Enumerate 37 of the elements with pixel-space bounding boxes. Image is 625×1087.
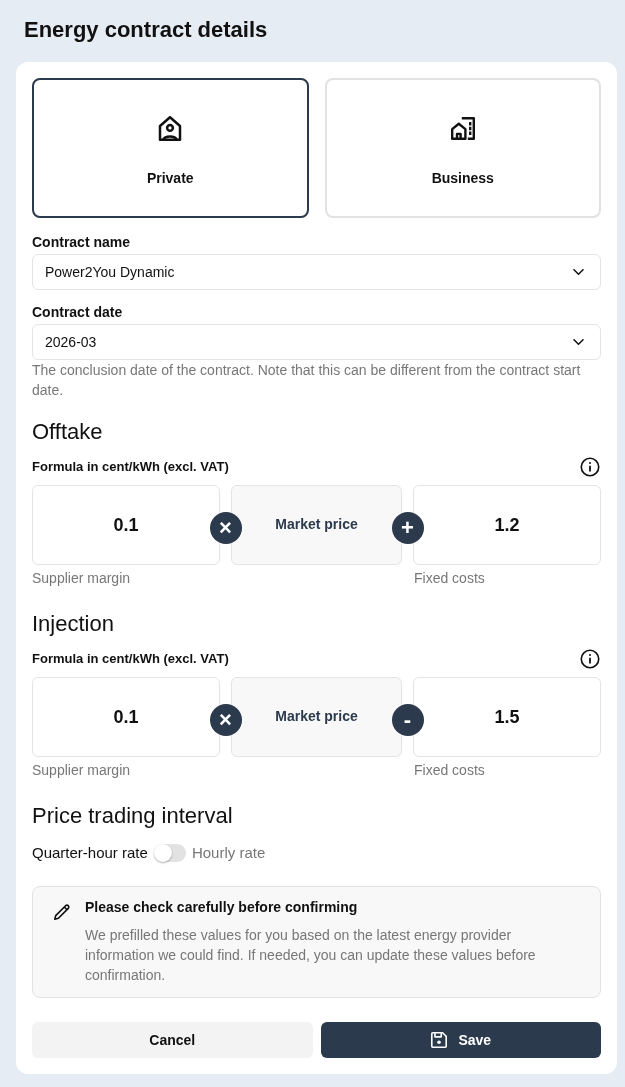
- hourly-label: Hourly rate: [191, 843, 266, 863]
- customer-type-option[interactable]: Business: [324, 78, 601, 218]
- help-text: The conclusion date of the contract. Note that this can be different from the contract start date.: [32, 361, 582, 400]
- field-label: Contract name: [32, 233, 132, 252]
- cancel-button[interactable]: Cancel: [32, 1022, 313, 1058]
- quarter-hour-label: Quarter-hour rate: [32, 843, 148, 863]
- chevron-down-icon: [573, 339, 584, 345]
- section-heading: Offtake: [32, 418, 104, 446]
- operator-sign: ×: [209, 512, 242, 544]
- rate-toggle[interactable]: [153, 844, 186, 862]
- section-heading: Injection: [32, 610, 115, 638]
- fixed-costs-field[interactable]: 1.2: [413, 485, 601, 565]
- field-label: Contract date: [32, 303, 124, 322]
- operator-sign: ×: [209, 704, 242, 736]
- pencil-icon: [53, 903, 71, 921]
- info-icon[interactable]: [580, 649, 600, 669]
- chevron-down-icon: [573, 269, 584, 275]
- formula-label: Formula in cent/kWh (excl. VAT): [32, 458, 229, 476]
- notice-text: We prefilled these values for you based on the latest energy provider information we could find. If needed, you can update these values before confirmation.: [85, 926, 537, 985]
- section-heading: Price trading interval: [32, 802, 234, 830]
- field-caption: Supplier margin: [32, 761, 131, 780]
- page-title: Energy contract details: [23, 16, 269, 44]
- field-caption: Fixed costs: [414, 761, 486, 780]
- market-price-box: Market price: [231, 485, 402, 565]
- house-person-icon: [158, 116, 183, 141]
- contract-date-select[interactable]: 2026-03: [32, 324, 601, 360]
- notice-title: Please check carefully before confirming: [85, 898, 359, 917]
- field-caption: Fixed costs: [414, 569, 486, 588]
- market-price-box: Market price: [231, 677, 402, 757]
- customer-type-option[interactable]: Private: [32, 78, 309, 218]
- field-caption: Supplier margin: [32, 569, 131, 588]
- buildings-icon: [450, 116, 475, 141]
- fixed-costs-field[interactable]: 1.5: [413, 677, 601, 757]
- info-icon[interactable]: [580, 457, 600, 477]
- save-button[interactable]: Save: [320, 1022, 601, 1058]
- contract-name-select[interactable]: Power2You Dynamic: [32, 254, 601, 290]
- formula-label: Formula in cent/kWh (excl. VAT): [32, 650, 229, 668]
